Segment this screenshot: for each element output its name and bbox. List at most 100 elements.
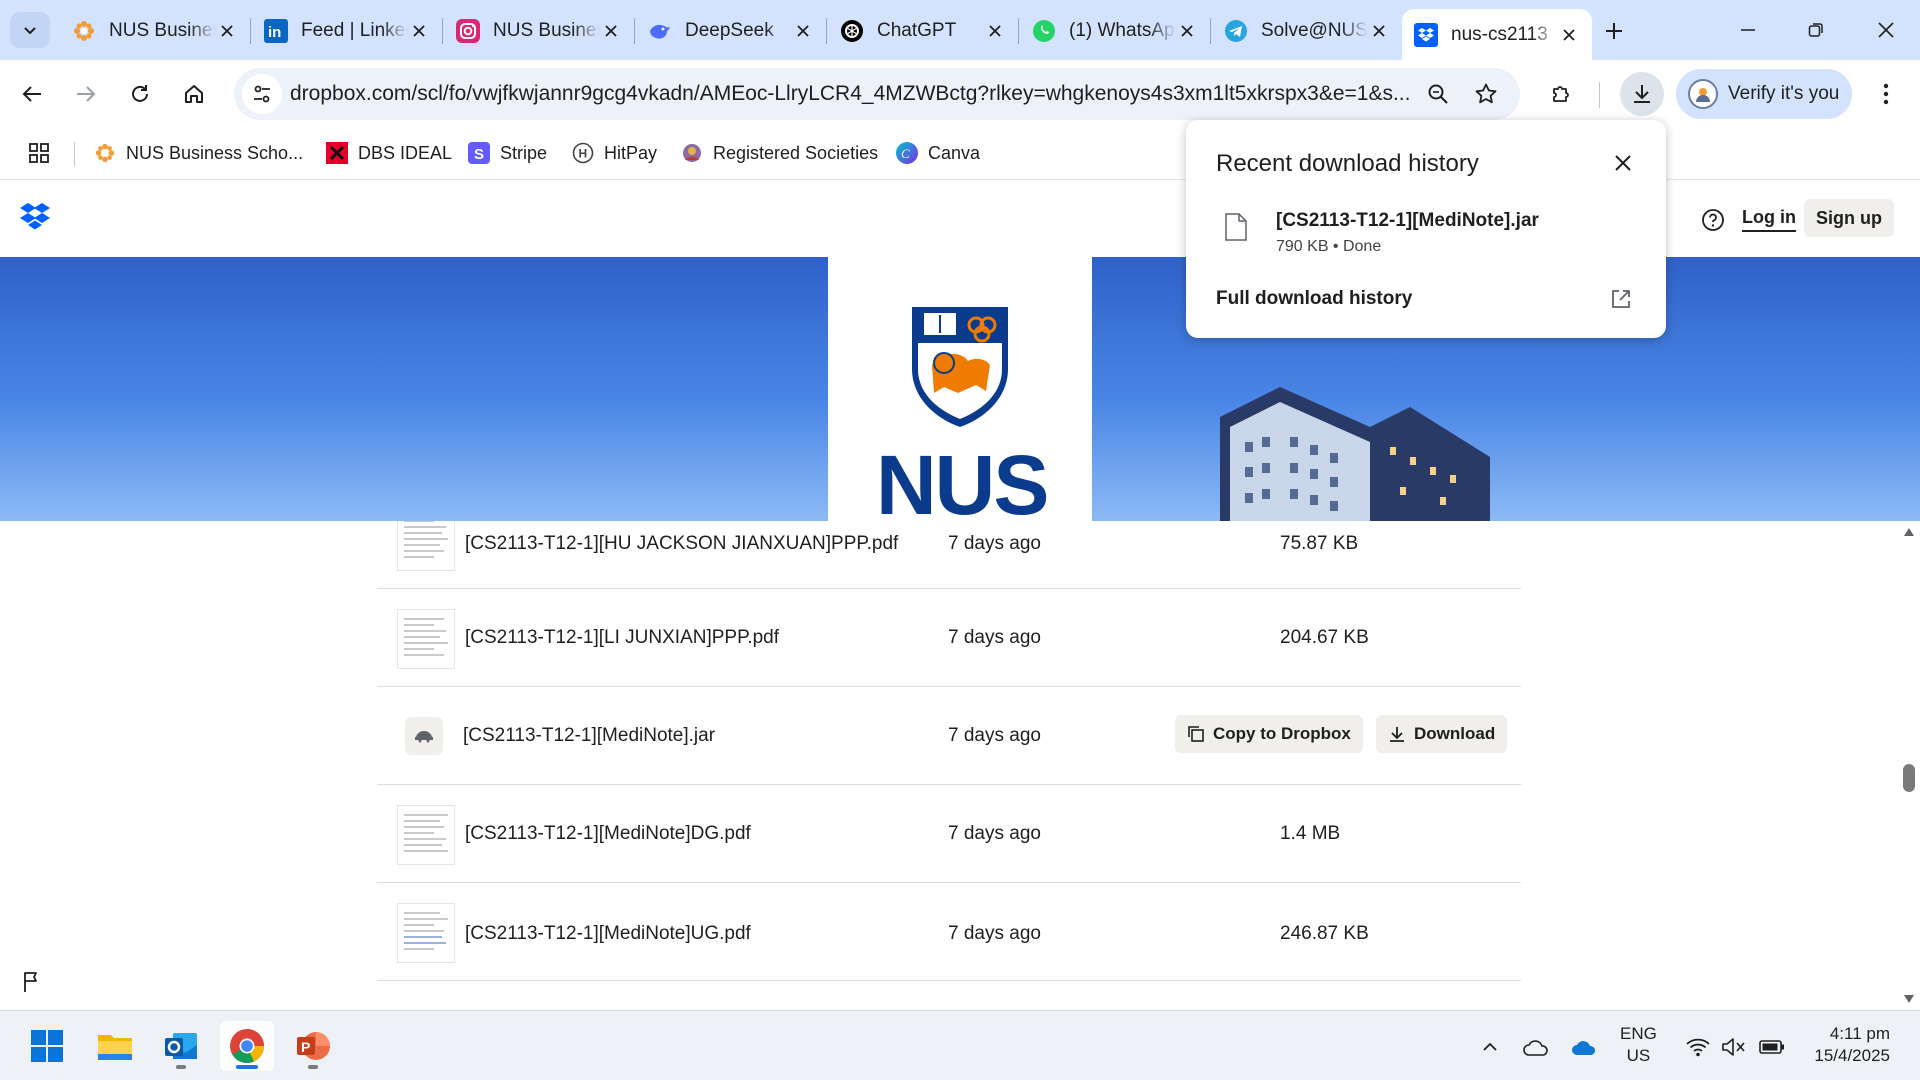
tab-deepseek[interactable]: DeepSeek <box>636 11 826 51</box>
file-row[interactable]: [CS2113-T12-1][LI JUNXIAN]PPP.pdf 7 days… <box>377 589 1521 687</box>
tab-solve-nus[interactable]: Solve@NUS <box>1212 11 1402 51</box>
volume-button[interactable] <box>1718 1031 1750 1063</box>
scrollbar-thumb[interactable] <box>1903 764 1915 792</box>
file-row[interactable]: [CS2113-T12-1][MediNote]DG.pdf 7 days ag… <box>377 785 1521 883</box>
profile-verify-button[interactable]: Verify it's you <box>1676 69 1852 119</box>
back-button[interactable] <box>10 72 54 116</box>
signup-button[interactable]: Sign up <box>1804 199 1894 237</box>
bookmark-canva[interactable]: C Canva <box>896 138 980 168</box>
tab-close-icon[interactable] <box>600 20 622 42</box>
tab-close-icon[interactable] <box>1558 24 1580 46</box>
page-scrollbar[interactable] <box>1898 521 1920 1010</box>
copy-to-dropbox-button[interactable]: Copy to Dropbox <box>1175 715 1363 753</box>
hitpay-icon: H <box>572 142 594 164</box>
restore-button[interactable] <box>1786 8 1846 52</box>
bookmarks-divider <box>74 142 75 166</box>
file-size: 204.67 KB <box>1280 627 1369 648</box>
dropbox-logo-icon[interactable] <box>18 199 52 233</box>
tab-close-icon[interactable] <box>984 20 1006 42</box>
file-row[interactable]: [CS2113-T12-1][HU JACKSON JIANXUAN]PPP.p… <box>377 521 1521 589</box>
tab-dropbox-active[interactable]: nus-cs2113 <box>1402 9 1592 60</box>
tab-chatgpt[interactable]: ChatGPT <box>828 11 1018 51</box>
open-new-window-button[interactable] <box>1606 284 1636 314</box>
home-button[interactable] <box>172 72 216 116</box>
apps-button[interactable] <box>24 138 54 168</box>
scroll-up-icon[interactable] <box>1903 527 1915 537</box>
tab-instagram[interactable]: NUS Business School <box>444 11 634 51</box>
tab-close-icon[interactable] <box>792 20 814 42</box>
start-button[interactable] <box>20 1021 74 1071</box>
tab-nus-business-school[interactable]: NUS Business School <box>60 11 250 51</box>
file-name[interactable]: [CS2113-T12-1][MediNote]UG.pdf <box>465 923 751 945</box>
outlook-button[interactable] <box>154 1021 208 1071</box>
bookmark-label: HitPay <box>604 142 658 163</box>
home-icon <box>185 85 203 103</box>
file-name[interactable]: [CS2113-T12-1][HU JACKSON JIANXUAN]PPP.p… <box>465 533 898 555</box>
bookmark-stripe[interactable]: S Stripe <box>468 138 547 168</box>
file-name[interactable]: [CS2113-T12-1][LI JUNXIAN]PPP.pdf <box>465 627 779 649</box>
wifi-button[interactable] <box>1682 1031 1714 1063</box>
file-name[interactable]: [CS2113-T12-1][MediNote]DG.pdf <box>465 823 751 845</box>
download-file-button[interactable]: Download <box>1376 715 1508 753</box>
chrome-taskbar-button[interactable] <box>220 1021 274 1071</box>
battery-button[interactable] <box>1756 1031 1788 1063</box>
file-name[interactable]: [CS2113-T12-1][MediNote].jar <box>463 725 715 747</box>
language-indicator[interactable]: ENG US <box>1620 1023 1657 1067</box>
bookmark-star-button[interactable] <box>1470 78 1502 110</box>
tab-close-icon[interactable] <box>408 20 430 42</box>
download-item[interactable]: [CS2113-T12-1][MediNote].jar 790 KB • Do… <box>1206 202 1646 264</box>
canva-icon: C <box>896 142 918 164</box>
url-text[interactable]: dropbox.com/scl/fo/vwjfkwjannr9gcg4vkadn… <box>290 82 1420 106</box>
tab-linkedin[interactable]: in Feed | LinkedIn <box>252 11 442 51</box>
file-row[interactable]: [CS2113-T12-1][MediNote]UG.pdf 7 days ag… <box>377 883 1521 981</box>
popup-close-button[interactable] <box>1606 146 1640 180</box>
toolbar-divider <box>1599 82 1600 108</box>
close-window-button[interactable] <box>1856 8 1916 52</box>
tab-close-icon[interactable] <box>1368 20 1390 42</box>
downloads-button[interactable] <box>1620 72 1664 116</box>
download-history-popup: Recent download history [CS2113-T12-1][M… <box>1186 120 1666 338</box>
address-bar[interactable]: dropbox.com/scl/fo/vwjfkwjannr9gcg4vkadn… <box>234 68 1520 120</box>
onedrive-personal-button[interactable] <box>1520 1031 1552 1063</box>
show-hidden-icons-button[interactable] <box>1474 1031 1506 1063</box>
file-size: 1.4 MB <box>1280 823 1341 844</box>
tab-title: Solve@NUS <box>1261 20 1368 41</box>
battery-icon <box>1759 1040 1784 1054</box>
chrome-menu-button[interactable] <box>1864 72 1908 116</box>
onedrive-business-button[interactable] <box>1568 1031 1600 1063</box>
bookmark-nus-business-school[interactable]: NUS Business Scho... <box>94 138 303 168</box>
svg-text:in: in <box>268 24 281 41</box>
avatar-icon <box>1688 79 1718 109</box>
tab-close-icon[interactable] <box>216 20 238 42</box>
zoom-button[interactable] <box>1422 78 1454 110</box>
bookmark-label: NUS Business Scho... <box>126 142 304 163</box>
bookmark-hitpay[interactable]: H HitPay <box>572 138 657 168</box>
powerpoint-button[interactable]: P <box>286 1021 340 1071</box>
system-clock[interactable]: 4:11 pm 15/4/2025 <box>1800 1023 1890 1067</box>
file-row-hovered[interactable]: [CS2113-T12-1][MediNote].jar 7 days ago … <box>377 687 1521 785</box>
svg-text:H: H <box>579 147 588 161</box>
bookmark-dbs-ideal[interactable]: DBS IDEAL <box>326 138 452 168</box>
reload-button[interactable] <box>118 72 162 116</box>
new-tab-button[interactable] <box>1596 14 1632 48</box>
extensions-button[interactable] <box>1540 72 1584 116</box>
scroll-down-icon[interactable] <box>1903 994 1915 1004</box>
running-indicator <box>176 1065 186 1069</box>
minimize-button[interactable] <box>1718 8 1778 52</box>
tab-whatsapp[interactable]: (1) WhatsApp <box>1020 11 1210 51</box>
help-icon[interactable] <box>1700 207 1726 233</box>
file-explorer-button[interactable] <box>88 1021 142 1071</box>
full-download-history-link[interactable]: Full download history <box>1216 288 1412 310</box>
forward-button[interactable] <box>64 72 108 116</box>
bookmark-registered-societies[interactable]: Registered Societies <box>681 138 878 168</box>
tab-divider <box>826 18 827 44</box>
tab-search-button[interactable] <box>10 12 50 48</box>
flag-icon[interactable] <box>20 970 44 994</box>
download-file-name[interactable]: [CS2113-T12-1][MediNote].jar <box>1276 210 1539 232</box>
instagram-icon <box>456 19 480 43</box>
site-info-button[interactable] <box>242 74 282 114</box>
external-link-icon <box>1612 290 1630 308</box>
tab-close-icon[interactable] <box>1176 20 1198 42</box>
login-link[interactable]: Log in <box>1742 207 1796 232</box>
tab-title: NUS Business School <box>493 20 600 41</box>
